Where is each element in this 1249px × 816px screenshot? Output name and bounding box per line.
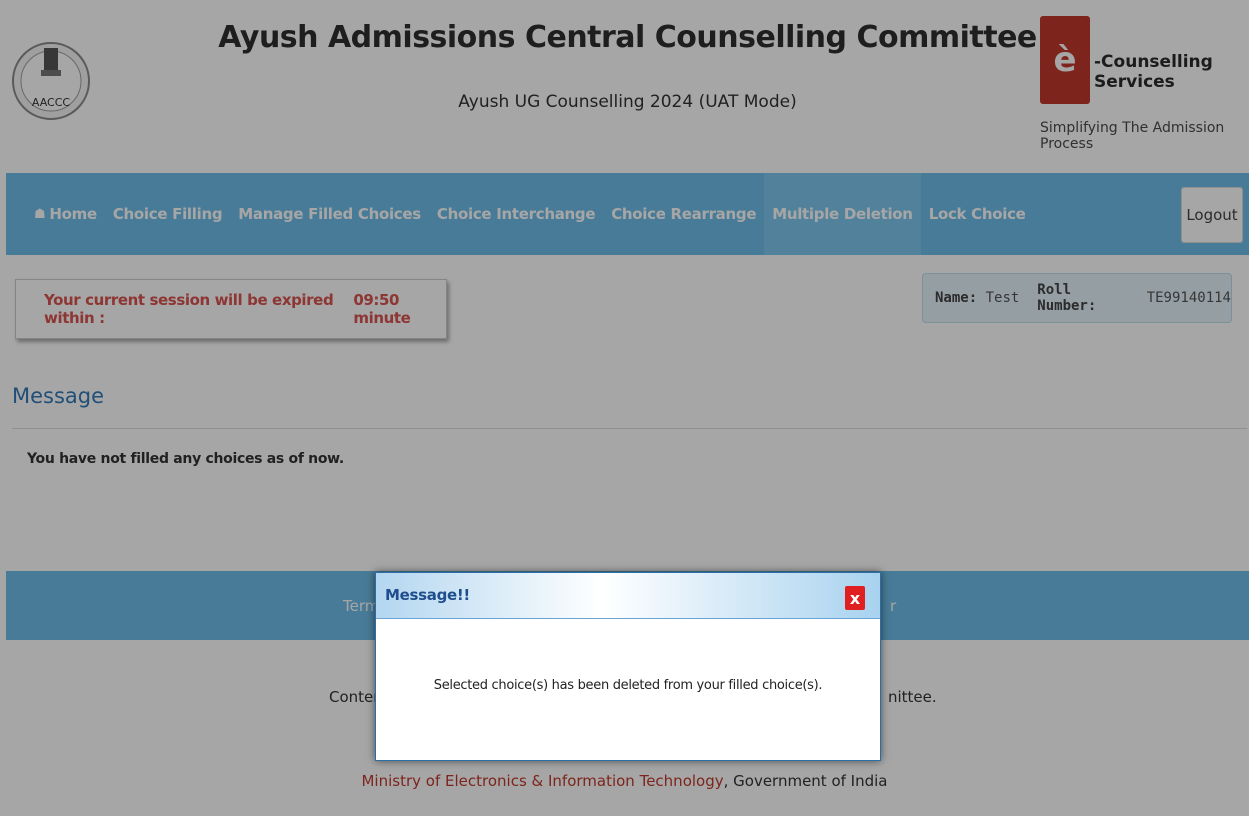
dialog-header: Message!! x xyxy=(376,573,880,619)
dialog-message: Selected choice(s) has been deleted from… xyxy=(433,678,823,693)
close-icon[interactable]: x xyxy=(845,586,865,610)
dialog-title: Message!! xyxy=(385,586,470,604)
message-dialog: Message!! x Selected choice(s) has been … xyxy=(375,572,881,761)
